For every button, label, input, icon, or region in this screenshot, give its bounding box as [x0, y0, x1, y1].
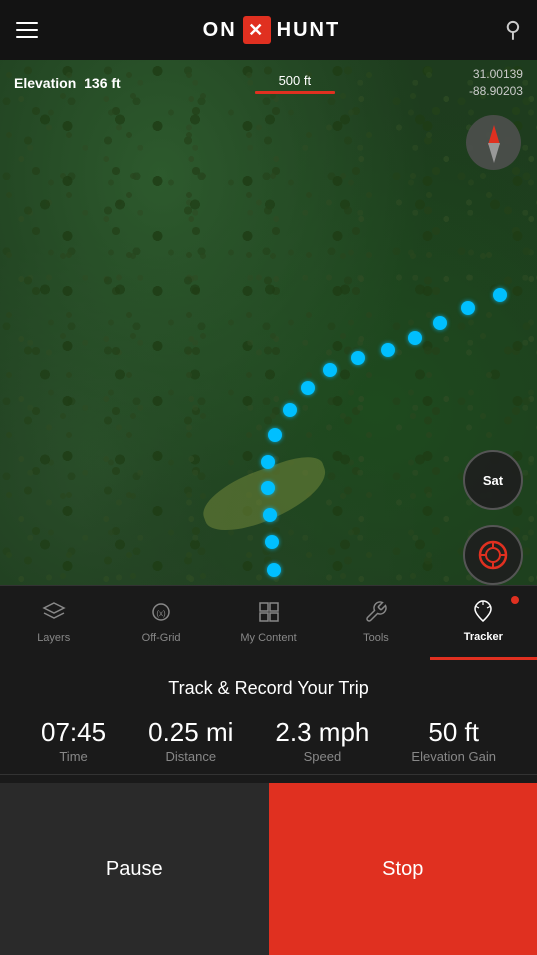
- tracker-label: Tracker: [464, 631, 503, 643]
- tools-icon: [364, 600, 388, 628]
- stat-label: Speed: [304, 749, 342, 764]
- track-dot: [283, 403, 297, 417]
- track-dots-layer: [0, 60, 537, 640]
- map-container[interactable]: Elevation 136 ft 500 ft 31.00139 -88.902…: [0, 60, 537, 640]
- sat-label: Sat: [483, 473, 503, 488]
- elevation-label: Elevation: [14, 75, 76, 91]
- track-dot: [323, 363, 337, 377]
- track-dot: [265, 535, 279, 549]
- logo-on: ON: [203, 19, 237, 42]
- logo-x: ✕: [243, 16, 271, 44]
- stop-button[interactable]: Stop: [269, 783, 537, 955]
- target-icon: [477, 539, 509, 571]
- compass-button[interactable]: [466, 115, 521, 170]
- track-dot: [267, 563, 281, 577]
- stat-value: 0.25 mi: [148, 719, 233, 745]
- track-dot: [433, 316, 447, 330]
- coord-lon: -88.90203: [469, 83, 523, 100]
- tracker-icon: [471, 599, 495, 627]
- layers-icon: [42, 600, 66, 628]
- coordinates-display: 31.00139 -88.90203: [469, 66, 523, 100]
- nav-item-mycontent[interactable]: My Content: [215, 586, 322, 660]
- track-dot: [408, 331, 422, 345]
- stat-label: Elevation Gain: [411, 749, 496, 764]
- map-info-bar: Elevation 136 ft 500 ft 31.00139 -88.902…: [0, 60, 537, 106]
- track-dot: [461, 301, 475, 315]
- tracker-panel: Track & Record Your Trip 07:45 Time 0.25…: [0, 660, 537, 955]
- offgrid-label: Off-Grid: [142, 632, 181, 644]
- nav-item-tracker[interactable]: Tracker: [430, 586, 537, 660]
- mycontent-icon: [257, 600, 281, 628]
- tracker-stats: 07:45 Time 0.25 mi Distance 2.3 mph Spee…: [0, 709, 537, 775]
- track-dot: [268, 428, 282, 442]
- elevation-value: 136 ft: [84, 75, 121, 91]
- search-button[interactable]: ⚲: [505, 17, 521, 43]
- bottom-navigation: Layers (x) Off-Grid My Content: [0, 585, 537, 660]
- scale-bar: 500 ft: [255, 73, 335, 94]
- logo-hunt: HUNT: [277, 19, 341, 42]
- stat-label: Distance: [165, 749, 216, 764]
- stat-item: 50 ft Elevation Gain: [411, 719, 496, 764]
- tracker-action-buttons: Pause Stop: [0, 783, 537, 955]
- nav-item-tools[interactable]: Tools: [322, 586, 429, 660]
- track-dot: [381, 343, 395, 357]
- nav-item-offgrid[interactable]: (x) Off-Grid: [107, 586, 214, 660]
- offgrid-icon: (x): [149, 600, 173, 628]
- app-header: ON ✕ HUNT ⚲: [0, 0, 537, 60]
- elevation-display: Elevation 136 ft: [14, 75, 121, 91]
- track-dot: [263, 508, 277, 522]
- track-dot: [301, 381, 315, 395]
- layers-label: Layers: [37, 632, 70, 644]
- stat-item: 0.25 mi Distance: [148, 719, 233, 764]
- track-dot: [261, 455, 275, 469]
- pause-button[interactable]: Pause: [0, 783, 269, 955]
- track-dot: [351, 351, 365, 365]
- coord-lat: 31.00139: [469, 66, 523, 83]
- scale-bar-visual: [255, 91, 335, 94]
- track-dot: [493, 288, 507, 302]
- tracker-title: Track & Record Your Trip: [0, 660, 537, 709]
- satellite-toggle-button[interactable]: Sat: [463, 450, 523, 510]
- track-dot: [261, 481, 275, 495]
- stat-label: Time: [59, 749, 87, 764]
- stat-item: 2.3 mph Speed: [275, 719, 369, 764]
- stat-item: 07:45 Time: [41, 719, 106, 764]
- mycontent-label: My Content: [240, 632, 296, 644]
- scale-label: 500 ft: [279, 73, 312, 88]
- app-logo: ON ✕ HUNT: [203, 16, 341, 44]
- menu-button[interactable]: [16, 22, 38, 38]
- target-button[interactable]: [463, 525, 523, 585]
- tools-label: Tools: [363, 632, 389, 644]
- nav-item-layers[interactable]: Layers: [0, 586, 107, 660]
- stat-value: 2.3 mph: [275, 719, 369, 745]
- stat-value: 50 ft: [428, 719, 479, 745]
- stat-value: 07:45: [41, 719, 106, 745]
- svg-text:(x): (x): [156, 609, 166, 618]
